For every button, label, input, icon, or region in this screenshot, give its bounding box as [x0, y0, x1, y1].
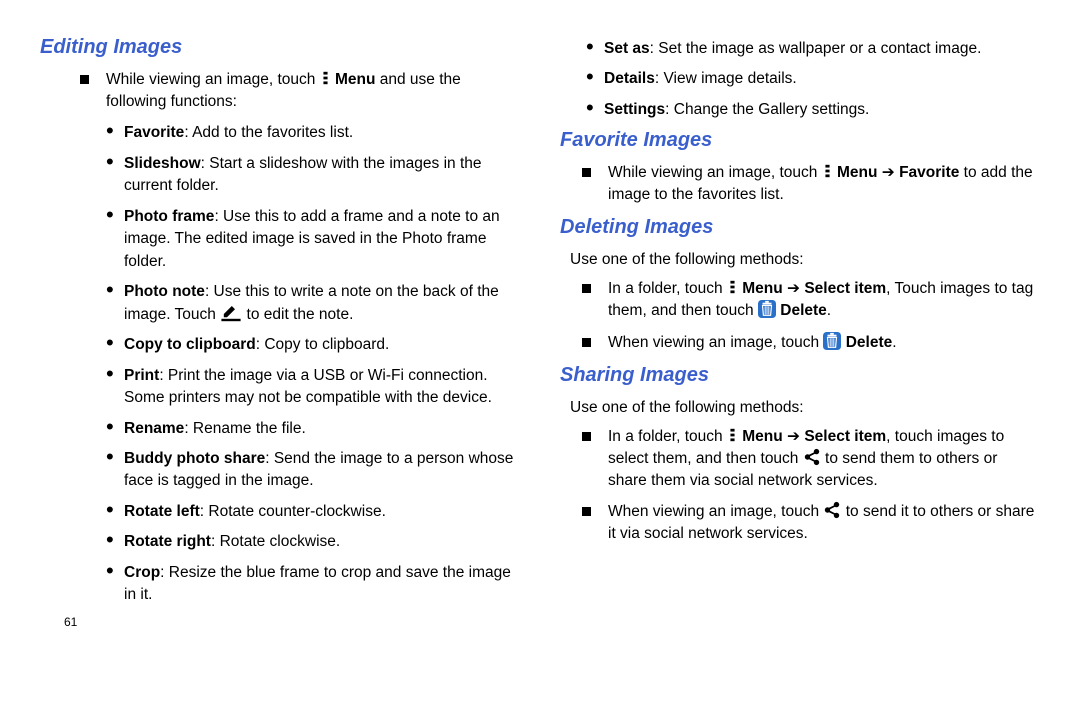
label: Favorite	[124, 124, 184, 141]
label: Rotate right	[124, 533, 211, 550]
menu-label: Menu	[837, 164, 877, 181]
favorite-instruction: While viewing an image, touch Menu ➔ Fav…	[570, 162, 1040, 205]
trash-icon	[823, 332, 841, 350]
arrow: ➔	[783, 280, 805, 297]
item-photo-frame: Photo frame: Use this to add a frame and…	[106, 206, 520, 273]
label: Rotate left	[124, 503, 200, 520]
delete-method-2: When viewing an image, touch Delete.	[570, 332, 1040, 354]
left-column: Editing Images While viewing an image, t…	[40, 30, 520, 629]
desc: : Rotate counter-clockwise.	[200, 503, 386, 520]
text: While viewing an image, touch	[608, 164, 822, 181]
label: Photo frame	[124, 208, 214, 225]
page-number: 61	[64, 615, 520, 629]
menu-icon	[727, 426, 738, 444]
label: Set as	[604, 40, 650, 57]
share-intro: Use one of the following methods:	[570, 397, 1040, 419]
desc: : Print the image via a USB or Wi-Fi con…	[124, 367, 492, 406]
item-print: Print: Print the image via a USB or Wi-F…	[106, 365, 520, 410]
intro-editing: While viewing an image, touch Menu and u…	[68, 69, 520, 112]
share-icon	[803, 448, 821, 466]
pen-icon	[220, 306, 242, 322]
item-copy: Copy to clipboard: Copy to clipboard.	[106, 334, 520, 356]
text: When viewing an image, touch	[608, 334, 823, 351]
item-details: Details: View image details.	[586, 68, 1040, 90]
trash-icon	[758, 300, 776, 318]
desc: : Copy to clipboard.	[256, 336, 390, 353]
heading-favorite-images: Favorite Images	[560, 129, 1040, 152]
desc: : Add to the favorites list.	[184, 124, 353, 141]
delete-intro: Use one of the following methods:	[570, 249, 1040, 271]
delete-label: Delete	[846, 334, 893, 351]
item-slideshow: Slideshow: Start a slideshow with the im…	[106, 153, 520, 198]
desc: : Set the image as wallpaper or a contac…	[650, 40, 982, 57]
item-buddy: Buddy photo share: Send the image to a p…	[106, 448, 520, 493]
menu-icon	[822, 162, 833, 180]
text: .	[892, 334, 896, 351]
text: When viewing an image, touch	[608, 503, 823, 520]
text: While viewing an image, touch	[106, 71, 320, 88]
label: Crop	[124, 564, 160, 581]
desc: : Change the Gallery settings.	[665, 101, 869, 118]
delete-method-1: In a folder, touch Menu ➔ Select item, T…	[570, 278, 1040, 321]
item-photo-note: Photo note: Use this to write a note on …	[106, 281, 520, 326]
menu-icon	[320, 69, 331, 87]
menu-label: Menu	[335, 71, 375, 88]
share-method-1: In a folder, touch Menu ➔ Select item, t…	[570, 426, 1040, 491]
label: Print	[124, 367, 159, 384]
menu-icon	[727, 278, 738, 296]
right-column: Set as: Set the image as wallpaper or a …	[560, 30, 1040, 629]
desc: to edit the note.	[247, 306, 354, 323]
text: In a folder, touch	[608, 428, 727, 445]
share-icon	[823, 501, 841, 519]
desc: : Resize the blue frame to crop and save…	[124, 564, 511, 603]
label: Photo note	[124, 283, 205, 300]
heading-editing-images: Editing Images	[40, 36, 520, 59]
heading-deleting-images: Deleting Images	[560, 216, 1040, 239]
delete-label: Delete	[780, 302, 827, 319]
item-favorite: Favorite: Add to the favorites list.	[106, 122, 520, 144]
item-rotate-right: Rotate right: Rotate clockwise.	[106, 531, 520, 553]
label: Details	[604, 70, 655, 87]
label: Buddy photo share	[124, 450, 265, 467]
share-method-2: When viewing an image, touch to send it …	[570, 501, 1040, 544]
desc: : View image details.	[655, 70, 797, 87]
menu-label: Menu	[742, 428, 782, 445]
item-rotate-left: Rotate left: Rotate counter-clockwise.	[106, 501, 520, 523]
desc: : Rename the file.	[184, 420, 305, 437]
item-crop: Crop: Resize the blue frame to crop and …	[106, 562, 520, 607]
arrow: ➔	[783, 428, 805, 445]
item-rename: Rename: Rename the file.	[106, 418, 520, 440]
item-set-as: Set as: Set the image as wallpaper or a …	[586, 38, 1040, 60]
menu-label: Menu	[742, 280, 782, 297]
select-item-label: Select item	[804, 280, 886, 297]
label: Copy to clipboard	[124, 336, 256, 353]
heading-sharing-images: Sharing Images	[560, 364, 1040, 387]
manual-page: Editing Images While viewing an image, t…	[0, 0, 1080, 649]
label: Settings	[604, 101, 665, 118]
item-settings: Settings: Change the Gallery settings.	[586, 99, 1040, 121]
text: .	[827, 302, 831, 319]
desc: : Rotate clockwise.	[211, 533, 340, 550]
arrow: ➔	[877, 164, 899, 181]
label: Rename	[124, 420, 184, 437]
favorite-label: Favorite	[899, 164, 959, 181]
select-item-label: Select item	[804, 428, 886, 445]
label: Slideshow	[124, 155, 201, 172]
text: In a folder, touch	[608, 280, 727, 297]
